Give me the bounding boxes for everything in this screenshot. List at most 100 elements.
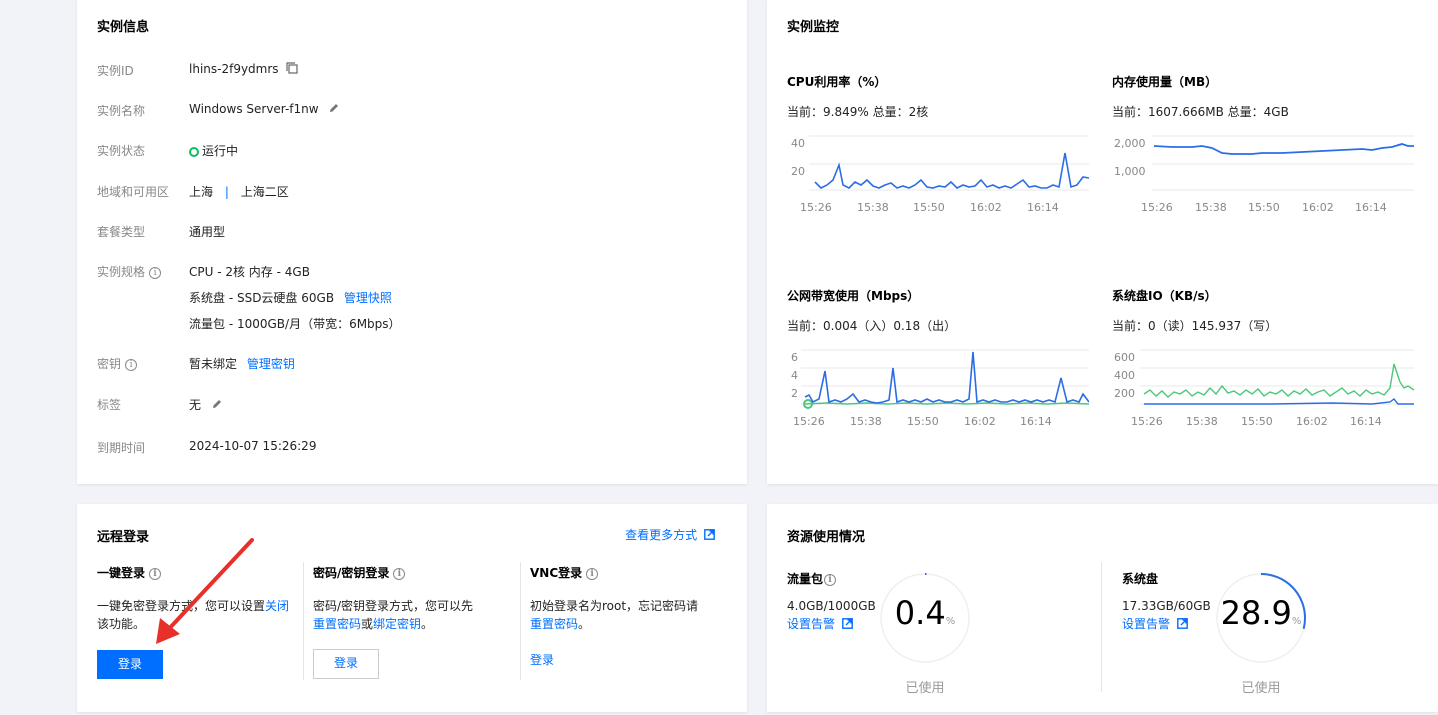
mem-current: 当前：1607.666MB 总量：4GB <box>1112 105 1289 119</box>
instance-id-label: 实例ID <box>97 64 134 78</box>
instance-id-value: lhins-2f9ydmrs <box>189 62 279 76</box>
external-link-icon <box>704 528 715 543</box>
more-methods-link[interactable]: 查看更多方式 <box>625 526 715 543</box>
password-login-button[interactable]: 登录 <box>313 649 379 679</box>
svg-text:16:02: 16:02 <box>1302 201 1334 214</box>
traffic-alert-link[interactable]: 设置告警 <box>787 615 853 634</box>
divider <box>520 562 521 680</box>
percent-unit: % <box>945 616 956 627</box>
traffic-percent: 0.4 <box>894 594 946 632</box>
net-chart-title: 公网带宽使用（Mbps） <box>787 289 920 303</box>
svg-text:16:02: 16:02 <box>964 415 996 428</box>
instance-info-card: 实例信息 实例ID lhins-2f9ydmrs 实例名称 Windows Se… <box>77 0 747 484</box>
manage-key-link[interactable]: 管理密钥 <box>247 357 295 371</box>
svg-text:16:14: 16:14 <box>1355 201 1387 214</box>
resource-usage-title: 资源使用情况 <box>787 530 866 545</box>
mem-chart[interactable]: 2,000 1,000 15:26 15:38 15:50 16:02 16:1… <box>1112 130 1414 220</box>
disk-percent-row: 28.9% <box>1215 594 1307 632</box>
key-label: 密钥 <box>97 357 122 371</box>
svg-text:15:38: 15:38 <box>857 201 889 214</box>
x-ticks: 15:26 15:38 15:50 16:02 16:14 <box>1141 201 1387 214</box>
monitor-title: 实例监控 <box>787 20 840 35</box>
one-click-login-title: 一键登录 <box>97 566 146 580</box>
external-link-icon <box>1176 616 1188 634</box>
info-icon[interactable]: i <box>393 567 406 580</box>
disk-percent: 28.9 <box>1220 594 1292 632</box>
svg-text:15:38: 15:38 <box>1186 415 1218 428</box>
y-tick: 1,000 <box>1114 165 1146 178</box>
tag-value: 无 <box>189 398 202 412</box>
disk-alert-link[interactable]: 设置告警 <box>1122 615 1188 634</box>
instance-name-value: Windows Server-f1nw <box>189 102 319 116</box>
net-chart[interactable]: 6 4 2 15:26 15:38 15:50 16:02 16:14 <box>787 344 1089 434</box>
y-tick: 200 <box>1114 387 1135 400</box>
region-separator: | <box>224 185 229 199</box>
copy-icon[interactable] <box>286 62 298 77</box>
svg-text:15:50: 15:50 <box>1241 415 1273 428</box>
expire-value: 2024-10-07 15:26:29 <box>189 439 317 453</box>
info-icon[interactable]: i <box>824 573 837 586</box>
region-label: 地域和可用区 <box>97 185 170 199</box>
info-icon[interactable]: i <box>125 358 138 371</box>
svg-text:15:26: 15:26 <box>1131 415 1163 428</box>
mem-series-line <box>1153 143 1414 155</box>
spec-disk: 系统盘 - SSD云硬盘 60GB <box>189 291 335 305</box>
svg-text:16:02: 16:02 <box>1296 415 1328 428</box>
info-icon[interactable]: i <box>586 567 599 580</box>
y-tick: 600 <box>1114 351 1135 364</box>
password-login-title: 密码/密钥登录 <box>313 566 390 580</box>
instance-name-row: Windows Server-f1nw <box>189 102 340 117</box>
svg-text:16:02: 16:02 <box>970 201 1002 214</box>
disk-title: 系统盘 <box>1122 572 1159 586</box>
instance-name-label: 实例名称 <box>97 104 146 118</box>
x-ticks: 15:26 15:38 15:50 16:02 16:14 <box>1131 415 1382 428</box>
gridlines <box>1152 135 1414 191</box>
reset-password-link[interactable]: 重置密码 <box>313 617 361 631</box>
instance-status-label: 实例状态 <box>97 144 146 158</box>
key-row: 暂未绑定 管理密钥 <box>189 355 295 372</box>
vnc-login-title: VNC登录 <box>530 566 583 580</box>
y-tick: 20 <box>791 165 805 178</box>
instance-id-row: lhins-2f9ydmrs <box>189 62 298 77</box>
tag-label: 标签 <box>97 398 122 412</box>
instance-info-title: 实例信息 <box>97 20 150 35</box>
traffic-title-row: 流量包 i <box>787 570 837 587</box>
edit-icon[interactable] <box>211 398 223 413</box>
password-desc: 密码/密钥登录方式，您可以先 重置密码或绑定密钥。 <box>313 599 474 631</box>
manage-snapshot-link[interactable]: 管理快照 <box>344 291 392 305</box>
info-icon[interactable]: i <box>149 266 162 279</box>
disk-caption: 已使用 <box>1241 681 1281 696</box>
y-tick: 2 <box>791 387 798 400</box>
svg-text:16:14: 16:14 <box>1350 415 1382 428</box>
disable-link[interactable]: 关闭 <box>265 599 289 613</box>
monitor-card: 实例监控 CPU利用率（%） 当前：9.849% 总量：2核 40 20 15:… <box>767 0 1438 484</box>
one-click-login-button[interactable]: 登录 <box>97 650 163 679</box>
diskio-read-series-line <box>1144 398 1414 405</box>
gridlines <box>1140 349 1414 405</box>
region-row: 上海 | 上海二区 <box>189 183 289 200</box>
edit-icon[interactable] <box>328 102 340 117</box>
svg-text:16:14: 16:14 <box>1020 415 1052 428</box>
bind-key-link[interactable]: 绑定密钥 <box>373 617 421 631</box>
disk-usage: 17.33GB/60GB <box>1122 599 1211 613</box>
svg-text:15:50: 15:50 <box>913 201 945 214</box>
vnc-desc: 初始登录名为root，忘记密码请 重置密码。 <box>530 599 699 631</box>
vnc-login-link[interactable]: 登录 <box>530 651 554 668</box>
cpu-chart[interactable]: 40 20 15:26 15:38 15:50 16:02 16:14 <box>787 130 1089 220</box>
svg-text:16:14: 16:14 <box>1027 201 1059 214</box>
svg-text:15:50: 15:50 <box>1248 201 1280 214</box>
cpu-current: 当前：9.849% 总量：2核 <box>787 105 929 119</box>
net-in-series-line <box>804 351 1089 404</box>
zone-value: 上海二区 <box>240 185 289 199</box>
external-link-icon <box>841 616 853 634</box>
instance-status-value: 运行中 <box>202 144 239 158</box>
net-current: 当前：0.004（入）0.18（出） <box>787 319 957 333</box>
diskio-chart[interactable]: 600 400 200 15:26 15:38 15:50 16:02 16:1… <box>1112 344 1414 434</box>
expire-label: 到期时间 <box>97 441 146 455</box>
y-tick: 4 <box>791 369 798 382</box>
gridlines <box>801 349 1089 405</box>
gridlines <box>809 135 1089 191</box>
diskio-chart-title: 系统盘IO（KB/s） <box>1112 289 1217 303</box>
vnc-reset-password-link[interactable]: 重置密码 <box>530 617 578 631</box>
traffic-title: 流量包 <box>787 572 824 586</box>
